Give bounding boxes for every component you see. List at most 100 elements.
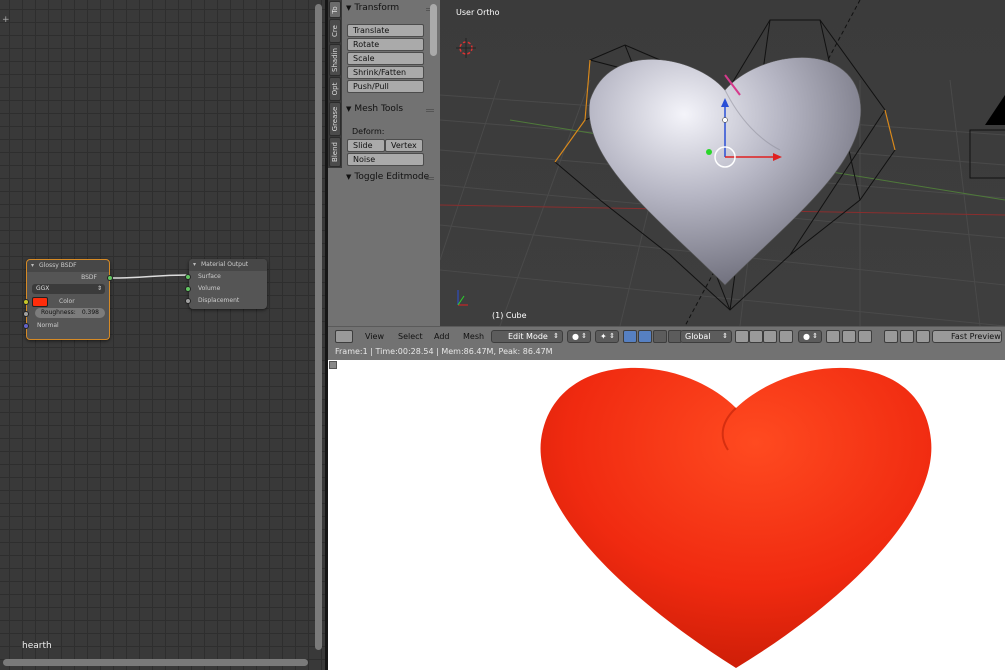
mode-select[interactable]: Edit Mode ⇕ xyxy=(491,330,563,343)
orientation-axes-icon xyxy=(457,290,468,306)
render-preview-icon[interactable] xyxy=(884,330,898,343)
color-label: Color xyxy=(59,298,75,305)
volume-label: Volume xyxy=(198,285,221,292)
normal-label: Normal xyxy=(37,322,59,329)
slide-edge-button[interactable]: Slide Ed xyxy=(347,139,385,161)
camera-object xyxy=(985,95,1005,125)
collapse-triangle-icon[interactable]: ▾ xyxy=(31,260,34,272)
render-preview xyxy=(328,360,1005,670)
color-input-socket[interactable] xyxy=(23,299,29,305)
viewport-view-label: User Ortho xyxy=(456,8,500,17)
distribution-value: GGX xyxy=(36,285,50,292)
vertex-button[interactable]: Vertex xyxy=(385,139,423,152)
rendered-heart xyxy=(540,367,932,668)
transform-panel-header[interactable]: ▼ Transform xyxy=(346,3,399,13)
displacement-input-socket[interactable] xyxy=(185,298,191,304)
vertex-select-icon[interactable] xyxy=(749,330,763,343)
proportional-edit-select[interactable]: ● ⇕ xyxy=(798,330,822,343)
fast-preview-button[interactable]: Fast Preview xyxy=(932,330,1002,343)
snap-target-icon[interactable] xyxy=(858,330,872,343)
mesh-tools-title: Mesh Tools xyxy=(354,104,404,114)
tool-shelf-scrollbar[interactable] xyxy=(430,4,437,56)
node-editor[interactable]: + ▾ Glossy BSDF BSDF GGX ⇕ Color Roughne… xyxy=(0,0,325,670)
snap-icon[interactable] xyxy=(826,330,840,343)
tab-tools[interactable]: To xyxy=(329,1,341,18)
color-swatch[interactable] xyxy=(32,297,48,307)
drag-grip-icon[interactable] xyxy=(426,109,434,112)
tab-options[interactable]: Opt xyxy=(329,77,341,101)
tab-shading[interactable]: Shadin xyxy=(329,44,341,76)
distribution-select[interactable]: GGX ⇕ xyxy=(32,284,105,294)
active-object-label: (1) Cube xyxy=(492,311,527,320)
distribution-row: GGX ⇕ xyxy=(27,284,109,296)
editor-type-icon[interactable] xyxy=(335,330,353,343)
volume-input-socket[interactable] xyxy=(185,286,191,292)
tool-shelf: ▼ Transform Translate Rotate Scale Shrink… xyxy=(342,0,440,326)
plus-icon[interactable]: + xyxy=(2,16,10,25)
collapse-triangle-icon[interactable]: ▾ xyxy=(193,259,196,271)
viewport-scene xyxy=(440,0,1005,326)
layers-icon[interactable] xyxy=(735,330,749,343)
bsdf-output-row: BSDF xyxy=(27,272,113,284)
vertical-scrollbar[interactable] xyxy=(315,4,322,650)
tool-shelf-bottom xyxy=(328,168,342,326)
bsdf-output-label: BSDF xyxy=(81,274,97,281)
toggle-editmode-panel-header[interactable]: ▼ Toggle Editmode xyxy=(346,172,429,182)
fast-preview-label: Fast Preview xyxy=(951,332,1001,341)
expand-triangle-icon: ▼ xyxy=(346,173,352,181)
opengl-render-icon[interactable] xyxy=(916,330,930,343)
translate-manipulator-icon[interactable] xyxy=(638,330,652,343)
updown-arrows-icon: ⇕ xyxy=(96,285,102,292)
shrink-fatten-button[interactable]: Shrink/Fatten xyxy=(347,66,424,79)
displacement-label: Displacement xyxy=(198,297,240,304)
manipulator-toggle-icon[interactable] xyxy=(623,330,637,343)
surface-label: Surface xyxy=(198,273,221,280)
bsdf-output-socket[interactable] xyxy=(107,275,113,281)
updown-arrows-icon: ⇕ xyxy=(553,332,559,340)
mesh-menu[interactable]: Mesh xyxy=(463,330,484,343)
shading-select[interactable]: ● ⇕ xyxy=(567,330,591,343)
color-row: Color xyxy=(23,296,109,308)
updown-arrows-icon: ⇕ xyxy=(722,332,728,340)
render-status-text: Frame:1 | Time:00:28.54 | Mem:86.47M, Pe… xyxy=(335,347,553,356)
render-layer-icon[interactable] xyxy=(900,330,914,343)
horizontal-scrollbar[interactable] xyxy=(3,659,308,666)
tab-blend[interactable]: Blend xyxy=(329,137,341,167)
noise-button[interactable]: Noise xyxy=(347,153,424,166)
snap-element-icon[interactable] xyxy=(842,330,856,343)
output-node-header[interactable]: ▾ Material Output xyxy=(189,259,267,271)
edge-select-icon[interactable] xyxy=(763,330,777,343)
deform-label: Deform: xyxy=(352,127,385,136)
add-menu[interactable]: Add xyxy=(434,330,450,343)
pivot-select[interactable]: ✦ ⇕ xyxy=(595,330,619,343)
surface-input-socket[interactable] xyxy=(185,274,191,280)
scale-button[interactable]: Scale xyxy=(347,52,424,65)
3d-view-header: View Select Add Mesh Edit Mode ⇕ ● ⇕ ✦ ⇕ Gl… xyxy=(328,326,1005,345)
roughness-input-socket[interactable] xyxy=(23,311,29,317)
3d-viewport[interactable]: User Ortho (1) Cube xyxy=(440,0,1005,326)
rotate-button[interactable]: Rotate xyxy=(347,38,424,51)
rotate-manipulator-icon[interactable] xyxy=(653,330,667,343)
orientation-select[interactable]: Global ⇕ xyxy=(680,330,732,343)
orientation-value: Global xyxy=(685,332,711,341)
camera-frustum xyxy=(969,129,1005,179)
material-output-node[interactable]: ▾ Material Output Surface Volume Displac… xyxy=(185,259,267,309)
translate-button[interactable]: Translate xyxy=(347,24,424,37)
3d-cursor-icon xyxy=(456,38,476,58)
tab-create[interactable]: Cre xyxy=(329,19,341,43)
face-select-icon[interactable] xyxy=(779,330,793,343)
glossy-node-header[interactable]: ▾ Glossy BSDF xyxy=(27,260,109,272)
push-pull-button[interactable]: Push/Pull xyxy=(347,80,424,93)
displacement-row: Displacement xyxy=(185,295,267,307)
mesh-tools-panel-header[interactable]: ▼ Mesh Tools xyxy=(346,104,403,114)
roughness-field[interactable]: Roughness: 0.398 xyxy=(35,308,105,318)
select-menu[interactable]: Select xyxy=(398,330,423,343)
view-menu[interactable]: View xyxy=(365,330,384,343)
tab-create-label: Cre xyxy=(331,25,339,37)
tool-tabs: To Cre Shadin Opt Grease Blend xyxy=(328,0,342,168)
roughness-label: Roughness: xyxy=(41,309,76,316)
tab-grease-pencil[interactable]: Grease xyxy=(329,102,341,136)
glossy-bsdf-node[interactable]: ▾ Glossy BSDF BSDF GGX ⇕ Color Roughness… xyxy=(23,259,113,340)
drag-grip-icon[interactable] xyxy=(426,177,434,180)
normal-input-socket[interactable] xyxy=(23,323,29,329)
